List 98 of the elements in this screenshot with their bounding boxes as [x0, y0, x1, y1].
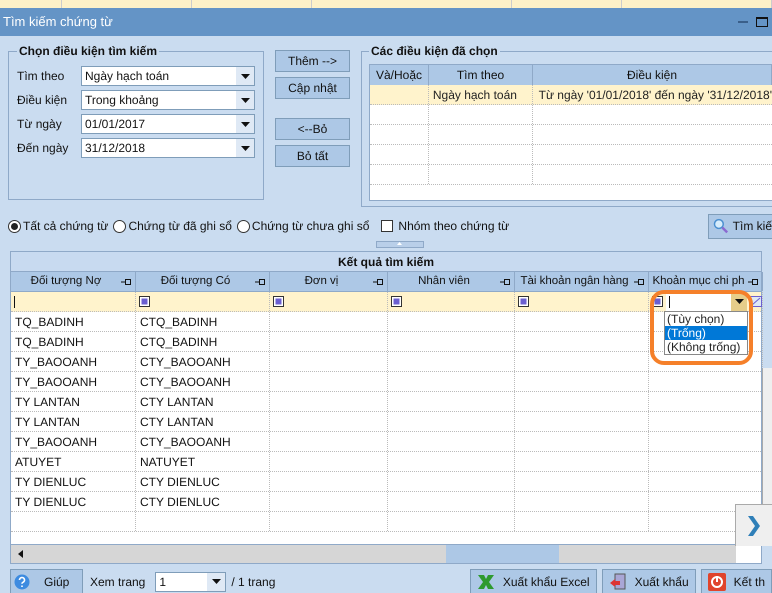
column-header[interactable]: Nhân viên	[388, 272, 500, 290]
dropdown-option[interactable]: (Trống)	[665, 326, 747, 340]
table-cell-text: TY_BAOOANH	[15, 434, 98, 450]
radio-label: Tất cả chứng từ	[23, 218, 108, 235]
dropdown-arrow-icon	[240, 98, 250, 102]
table-cell-text: TY_BAOOANH	[15, 374, 98, 390]
table-cell-text: ATUYET	[15, 454, 62, 470]
field-label: Tìm theo	[17, 68, 66, 85]
table-cell-text: CTY DIENLUC	[140, 474, 220, 490]
help-button[interactable]: Giúp	[10, 569, 83, 593]
dropdown-arrow-icon	[734, 299, 744, 304]
horizontal-scrollbar[interactable]	[11, 545, 736, 563]
table-cell-text: TY DIENLUC	[15, 494, 86, 510]
column-header[interactable]: Đối tượng Có	[136, 272, 255, 290]
radio-button[interactable]	[236, 220, 250, 232]
power-icon	[708, 572, 726, 590]
filter-operator-icon[interactable]	[518, 296, 529, 307]
field-label: Đến ngày	[17, 140, 70, 157]
dropdown-option[interactable]: (Không trống)	[665, 340, 747, 354]
pin-icon[interactable]	[121, 278, 132, 286]
export-box-icon	[608, 572, 627, 590]
search-icon	[713, 218, 729, 234]
side-panel-tab[interactable]	[735, 504, 772, 546]
dropdown-arrow-icon	[240, 74, 250, 78]
table-cell-text: CTY_BAOOANH	[140, 374, 231, 390]
footer-button[interactable]: Xuất khẩu Excel	[470, 569, 597, 593]
field-label: Từ ngày	[17, 116, 63, 133]
radio-label: Chứng từ chưa ghi sổ	[252, 218, 370, 235]
combo-field[interactable]: 01/01/2017	[81, 114, 255, 134]
scrollbar-thumb[interactable]	[446, 545, 559, 563]
table-cell-text: CTY LANTAN	[140, 414, 214, 430]
page-combo[interactable]: 1	[155, 572, 226, 592]
condition-row[interactable]: Ngày hạch toán Từ ngày '01/01/2018' đến ngày '31/12/2018'	[370, 85, 772, 105]
group-title: Chọn điều kiện tìm kiếm	[18, 43, 158, 60]
chevron-right-icon	[747, 514, 761, 536]
help-icon	[14, 574, 30, 590]
action-button[interactable]: Bỏ tất	[275, 145, 350, 167]
filter-operator-icon[interactable]	[273, 296, 284, 307]
table-cell-text: CTY DIENLUC	[140, 494, 220, 510]
maximize-icon[interactable]	[756, 17, 768, 27]
table-cell-text: NATUYET	[140, 454, 196, 470]
combo-value: Trong khoảng	[84, 92, 160, 109]
column-header[interactable]: Đơn vị	[270, 272, 373, 290]
dropdown-arrow-icon	[240, 146, 250, 150]
grid-cell: Ngày hạch toán	[428, 85, 533, 104]
footer-button[interactable]: Xuất khẩu	[602, 569, 696, 593]
dropdown-arrow-icon	[212, 579, 221, 584]
combo-field[interactable]: Ngày hạch toán	[81, 66, 255, 86]
text-cursor-icon	[668, 296, 671, 308]
pin-icon[interactable]	[748, 278, 759, 286]
dropdown-option[interactable]: (Tùy chọn)	[665, 312, 747, 326]
column-header[interactable]: Khoản mục chi ph	[649, 272, 748, 290]
radio-button[interactable]	[113, 220, 126, 232]
text-cursor-icon	[14, 296, 16, 308]
checkbox-label: Nhóm theo chứng từ	[398, 218, 510, 235]
grid-cell-text: Từ ngày '01/01/2018' đến ngày '31/12/2018'	[538, 86, 772, 104]
page-label: Xem trang	[90, 574, 146, 590]
action-button[interactable]: Thêm -->	[275, 50, 350, 72]
combo-value: 1	[158, 574, 168, 590]
table-cell-text: CTQ_BADINH	[140, 314, 218, 330]
table-cell-text: TY_BAOOANH	[15, 354, 98, 370]
combo-value: Ngày hạch toán	[84, 68, 170, 85]
dropdown-arrow-icon	[240, 122, 250, 126]
field-label: Điều kiện	[17, 92, 68, 109]
radio-label: Chứng từ đã ghi sổ	[128, 218, 232, 235]
table-cell-text: TQ_BADINH	[15, 334, 84, 350]
search-button[interactable]: Tìm kiế	[708, 214, 772, 238]
table-cell-text: TY LANTAN	[15, 394, 80, 410]
column-header[interactable]: Đối tượng Nợ	[11, 272, 121, 290]
combo-field[interactable]: 31/12/2018	[81, 138, 255, 158]
pin-icon[interactable]	[373, 278, 384, 286]
column-header[interactable]: Tài khoản ngân hàng	[515, 272, 634, 290]
table-cell-text: CTY LANTAN	[140, 394, 214, 410]
table-cell-text: TQ_BADINH	[15, 314, 84, 330]
table-cell-text: CTY_BAOOANH	[140, 354, 231, 370]
spreadsheet-icon	[476, 574, 495, 590]
combo-value: 01/01/2017	[84, 116, 146, 133]
footer-button[interactable]: Kết th	[700, 569, 772, 593]
pin-icon[interactable]	[634, 278, 645, 286]
action-button[interactable]: <--Bỏ	[275, 118, 350, 140]
filter-operator-icon[interactable]	[139, 296, 150, 307]
panel-title: Kết quả tìm kiếm	[338, 254, 434, 270]
pin-icon[interactable]	[255, 278, 266, 286]
group-title: Các điều kiện đã chọn	[370, 43, 499, 60]
filter-operator-icon[interactable]	[391, 296, 402, 307]
combo-field[interactable]: Trong khoảng	[81, 90, 255, 110]
splitter-handle[interactable]	[376, 241, 424, 248]
radio-button[interactable]	[8, 220, 21, 232]
table-cell-text: CTY_BAOOANH	[140, 434, 231, 450]
page-total: / 1 trang	[231, 574, 276, 590]
table-cell-text: TY DIENLUC	[15, 474, 86, 490]
action-button[interactable]: Cập nhật	[275, 77, 350, 99]
pin-icon[interactable]	[500, 278, 511, 286]
table-cell-text: CTQ_BADINH	[140, 334, 218, 350]
checkbox[interactable]	[381, 220, 394, 232]
window-title: Tìm kiếm chứng từ	[3, 13, 114, 32]
combo-value: 31/12/2018	[84, 140, 146, 157]
table-cell-text: TY LANTAN	[15, 414, 80, 430]
